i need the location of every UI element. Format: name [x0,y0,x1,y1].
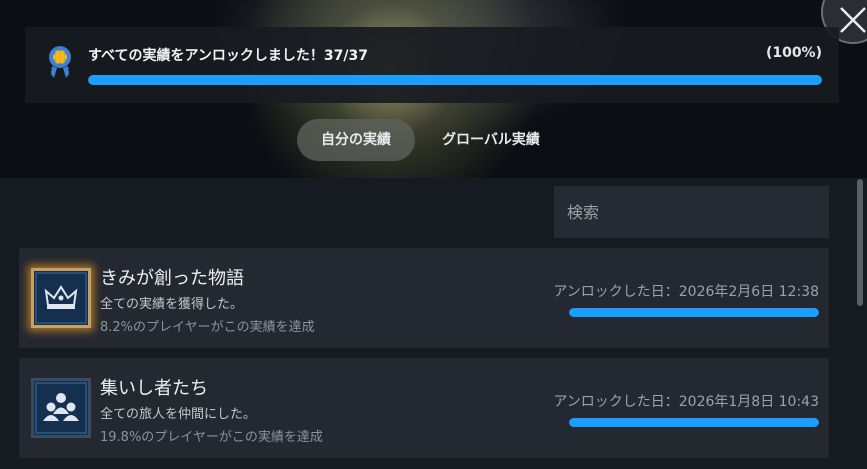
achievement-global-rate: 19.8%のプレイヤーがこの実績を達成 [100,430,323,445]
crown-icon [35,272,87,324]
achievement-progress-fill [569,418,819,427]
achievement-unlock-date: アンロックした日：2026年2月6日 12:38 [553,284,819,300]
scrollbar-thumb[interactable] [857,179,863,306]
tab-my-achievements[interactable]: 自分の実績 [297,119,415,161]
achievement-name: 集いし者たち [100,378,208,399]
achievement-progress-bar [569,308,819,317]
progress-bar-fill [88,75,822,85]
achievement-unlock-date: アンロックした日：2026年1月8日 10:43 [553,394,819,410]
close-icon [840,7,866,33]
achievement-row[interactable]: 集いし者たち 全ての旅人を仲間にした。 19.8%のプレイヤーがこの実績を達成 … [19,358,829,458]
achievement-progress-card: すべての実績をアンロックしました！37/37 (100%) [25,27,839,103]
achievement-badge [31,268,91,328]
achievement-description: 全ての実績を獲得した。 [100,297,244,312]
progress-title: すべての実績をアンロックしました！37/37 [88,48,368,64]
achievement-progress-bar [569,418,819,427]
progress-bar [88,75,822,85]
achievement-global-rate: 8.2%のプレイヤーがこの実績を達成 [100,320,315,335]
people-icon [35,382,87,434]
achievement-description: 全ての旅人を仲間にした。 [100,407,257,422]
achievement-badge [31,378,91,438]
achievement-row[interactable]: きみが創った物語 全ての実績を獲得した。 8.2%のプレイヤーがこの実績を達成 … [19,248,829,348]
achievement-name: きみが創った物語 [100,268,244,289]
tab-global-achievements[interactable]: グローバル実績 [424,119,558,161]
achievement-progress-fill [569,308,819,317]
progress-percent: (100%) [765,45,822,61]
search-input[interactable] [554,186,829,238]
medal-icon [49,46,71,78]
